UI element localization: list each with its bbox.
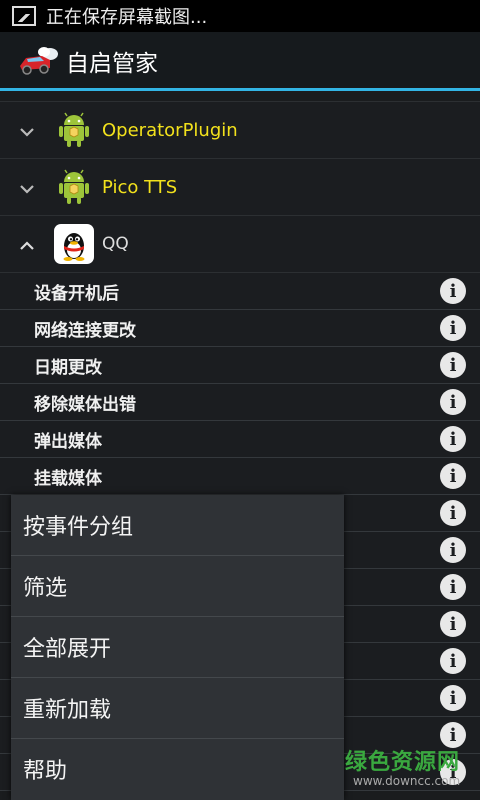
group-row-qq[interactable]: QQ <box>0 216 480 273</box>
info-icon[interactable]: i <box>440 648 466 674</box>
event-label: 移除媒体出错 <box>34 394 136 415</box>
group-label: QQ <box>102 234 129 254</box>
event-row[interactable]: 日期更改 i <box>0 347 480 384</box>
chevron-up-icon <box>0 232 54 256</box>
watermark: 绿色资源网 www.downcc.com <box>345 744 480 800</box>
list-top-spacer <box>0 91 480 102</box>
menu-item-expand-all[interactable]: 全部展开 <box>11 617 344 678</box>
event-label: 网络连接更改 <box>34 320 136 341</box>
qq-penguin-icon <box>54 224 94 264</box>
menu-item-help[interactable]: 帮助 <box>11 739 344 799</box>
info-icon[interactable]: i <box>440 463 466 489</box>
action-bar: 自启管家 <box>0 32 480 90</box>
status-bar: 正在保存屏幕截图... <box>0 0 480 32</box>
info-icon[interactable]: i <box>440 611 466 637</box>
info-icon[interactable]: i <box>440 315 466 341</box>
menu-item-group-by-event[interactable]: 按事件分组 <box>11 495 344 556</box>
screenshot-notification-icon <box>12 6 36 26</box>
group-row-operatorplugin[interactable]: OperatorPlugin <box>0 102 480 159</box>
chevron-down-icon <box>0 175 54 199</box>
info-icon[interactable]: i <box>440 389 466 415</box>
event-label: 挂载媒体 <box>34 468 102 489</box>
info-icon[interactable]: i <box>440 500 466 526</box>
event-row[interactable]: 移除媒体出错 i <box>0 384 480 421</box>
watermark-main: 绿色资源网 <box>345 750 461 775</box>
group-row-pico-tts[interactable]: Pico TTS <box>0 159 480 216</box>
info-icon[interactable]: i <box>440 537 466 563</box>
android-icon <box>54 110 94 150</box>
info-icon[interactable]: i <box>440 278 466 304</box>
status-notification-text: 正在保存屏幕截图... <box>46 7 208 28</box>
info-icon[interactable]: i <box>440 574 466 600</box>
android-icon <box>54 167 94 207</box>
group-label: OperatorPlugin <box>102 119 238 141</box>
app-logo-icon[interactable] <box>16 44 60 78</box>
event-label: 日期更改 <box>34 357 102 378</box>
event-label: 弹出媒体 <box>34 431 102 452</box>
overflow-popup-menu: 按事件分组 筛选 全部展开 重新加载 帮助 <box>11 495 344 800</box>
event-row[interactable]: 弹出媒体 i <box>0 421 480 458</box>
info-icon[interactable]: i <box>440 426 466 452</box>
info-icon[interactable]: i <box>440 352 466 378</box>
event-row[interactable]: 设备开机后 i <box>0 273 480 310</box>
event-row[interactable]: 挂载媒体 i <box>0 458 480 495</box>
chevron-down-icon <box>0 118 54 142</box>
event-label: 设备开机后 <box>34 283 119 304</box>
menu-item-reload[interactable]: 重新加载 <box>11 678 344 739</box>
group-label: Pico TTS <box>102 176 178 198</box>
menu-item-filter[interactable]: 筛选 <box>11 556 344 617</box>
app-title: 自启管家 <box>66 51 158 77</box>
event-row[interactable]: 网络连接更改 i <box>0 310 480 347</box>
watermark-url: www.downcc.com <box>353 774 461 788</box>
info-icon[interactable]: i <box>440 685 466 711</box>
